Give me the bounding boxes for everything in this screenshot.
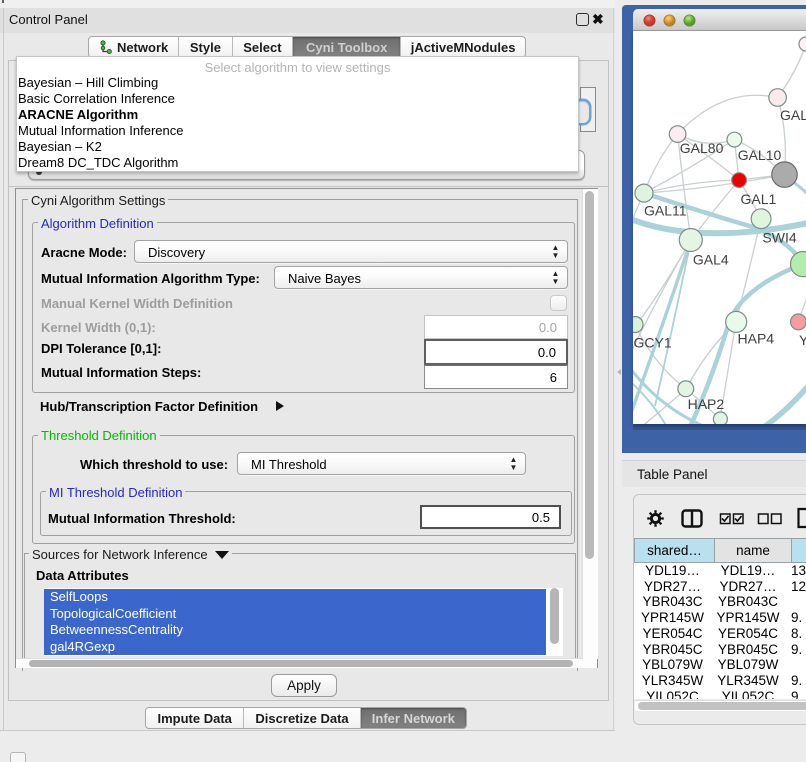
svg-text:GAL10: GAL10	[738, 147, 782, 163]
svg-text:HAP4: HAP4	[738, 331, 775, 347]
svg-text:GAL80: GAL80	[680, 140, 724, 156]
svg-text:Y: Y	[799, 332, 806, 348]
svg-text:GAL4: GAL4	[693, 252, 729, 268]
svg-text:SWI4: SWI4	[762, 230, 796, 246]
svg-text:GAL1: GAL1	[741, 191, 777, 207]
svg-text:GCY1: GCY1	[634, 335, 672, 351]
svg-text:GAL7: GAL7	[780, 107, 806, 123]
svg-text:GAL11: GAL11	[644, 203, 687, 219]
svg-text:HAP2: HAP2	[688, 396, 725, 412]
